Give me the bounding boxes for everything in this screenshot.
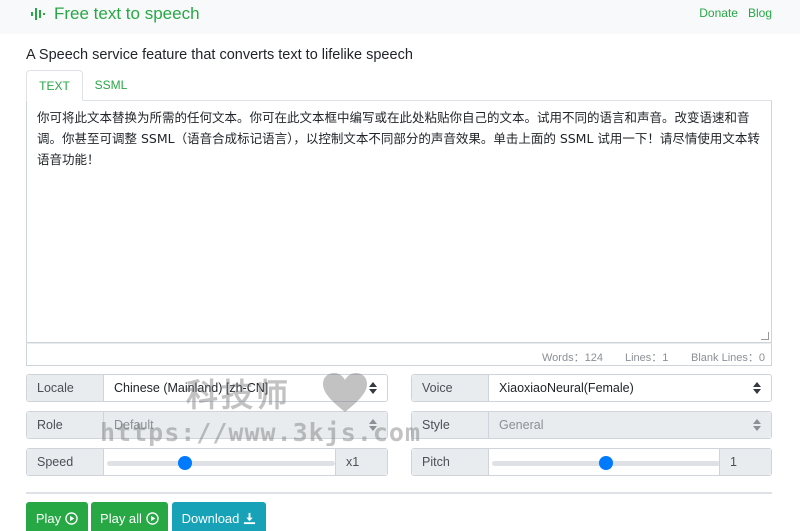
style-select-group: Style General: [411, 411, 772, 439]
select-arrows-icon: [753, 382, 761, 394]
speed-label: Speed: [27, 449, 104, 475]
blank-line-count: Blank Lines：0: [691, 352, 765, 364]
download-button[interactable]: Download: [172, 502, 266, 531]
role-label: Role: [27, 412, 104, 438]
pitch-value: 1: [719, 449, 771, 475]
divider: [26, 492, 772, 494]
style-value: General: [499, 418, 544, 432]
text-editor[interactable]: 你可将此文本替换为所需的任何文本。你可在此文本框中编写或在此处粘贴你自己的文本。…: [26, 101, 772, 343]
select-arrows-icon: [753, 419, 761, 431]
navbar: Free text to speech Donate Blog: [0, 0, 800, 34]
play-button-label: Play: [35, 510, 62, 526]
nav-links: Donate Blog: [699, 6, 772, 20]
speed-slider-thumb[interactable]: [177, 456, 192, 470]
brand-title: Free text to speech: [54, 4, 200, 23]
editor-content[interactable]: 你可将此文本替换为所需的任何文本。你可在此文本框中编写或在此处粘贴你自己的文本。…: [37, 107, 763, 170]
line-count: Lines：1: [625, 352, 669, 364]
heart-icon: [323, 373, 367, 412]
tab-text[interactable]: TEXT: [26, 70, 83, 101]
pitch-slider[interactable]: [492, 456, 720, 470]
voice-select-group: Voice XiaoxiaoNeural(Female): [411, 374, 772, 402]
input-tabs: TEXT SSML: [26, 70, 772, 101]
soundwave-icon: [31, 8, 45, 20]
pitch-slider-group: Pitch 1: [411, 448, 772, 476]
play-all-button[interactable]: Play all: [91, 502, 168, 531]
play-circle-icon: [146, 511, 159, 525]
pitch-slider-thumb[interactable]: [599, 456, 613, 470]
brand-link[interactable]: Free text to speech: [30, 4, 200, 24]
play-all-button-label: Play all: [100, 510, 142, 526]
donate-link[interactable]: Donate: [699, 6, 738, 20]
watermark: 科技师 https://www.3kjs.com: [100, 370, 420, 450]
voice-select[interactable]: XiaoxiaoNeural(Female): [489, 375, 771, 401]
text-stats: Words：124 Lines：1 Blank Lines：0: [26, 343, 772, 366]
speed-slider[interactable]: [107, 456, 335, 470]
locale-label: Locale: [27, 375, 104, 401]
tab-ssml[interactable]: SSML: [83, 70, 139, 101]
blog-link[interactable]: Blog: [748, 6, 772, 20]
speed-slider-group: Speed x1: [26, 448, 388, 476]
watermark-cn-text: 科技师: [186, 376, 292, 414]
play-circle-icon: [65, 511, 78, 525]
pitch-label: Pitch: [412, 449, 489, 475]
page-heading: A Speech service feature that converts t…: [26, 47, 413, 63]
download-icon: [244, 512, 256, 524]
style-label: Style: [412, 412, 489, 438]
voice-value: XiaoxiaoNeural(Female): [499, 381, 634, 395]
watermark-url: https://www.3kjs.com: [100, 418, 422, 447]
voice-label: Voice: [412, 375, 489, 401]
play-button[interactable]: Play: [26, 502, 88, 531]
resize-handle[interactable]: [761, 332, 769, 340]
download-button-label: Download: [181, 510, 240, 526]
speed-value: x1: [335, 449, 387, 475]
style-select[interactable]: General: [489, 412, 771, 438]
word-count: Words：124: [542, 352, 603, 364]
